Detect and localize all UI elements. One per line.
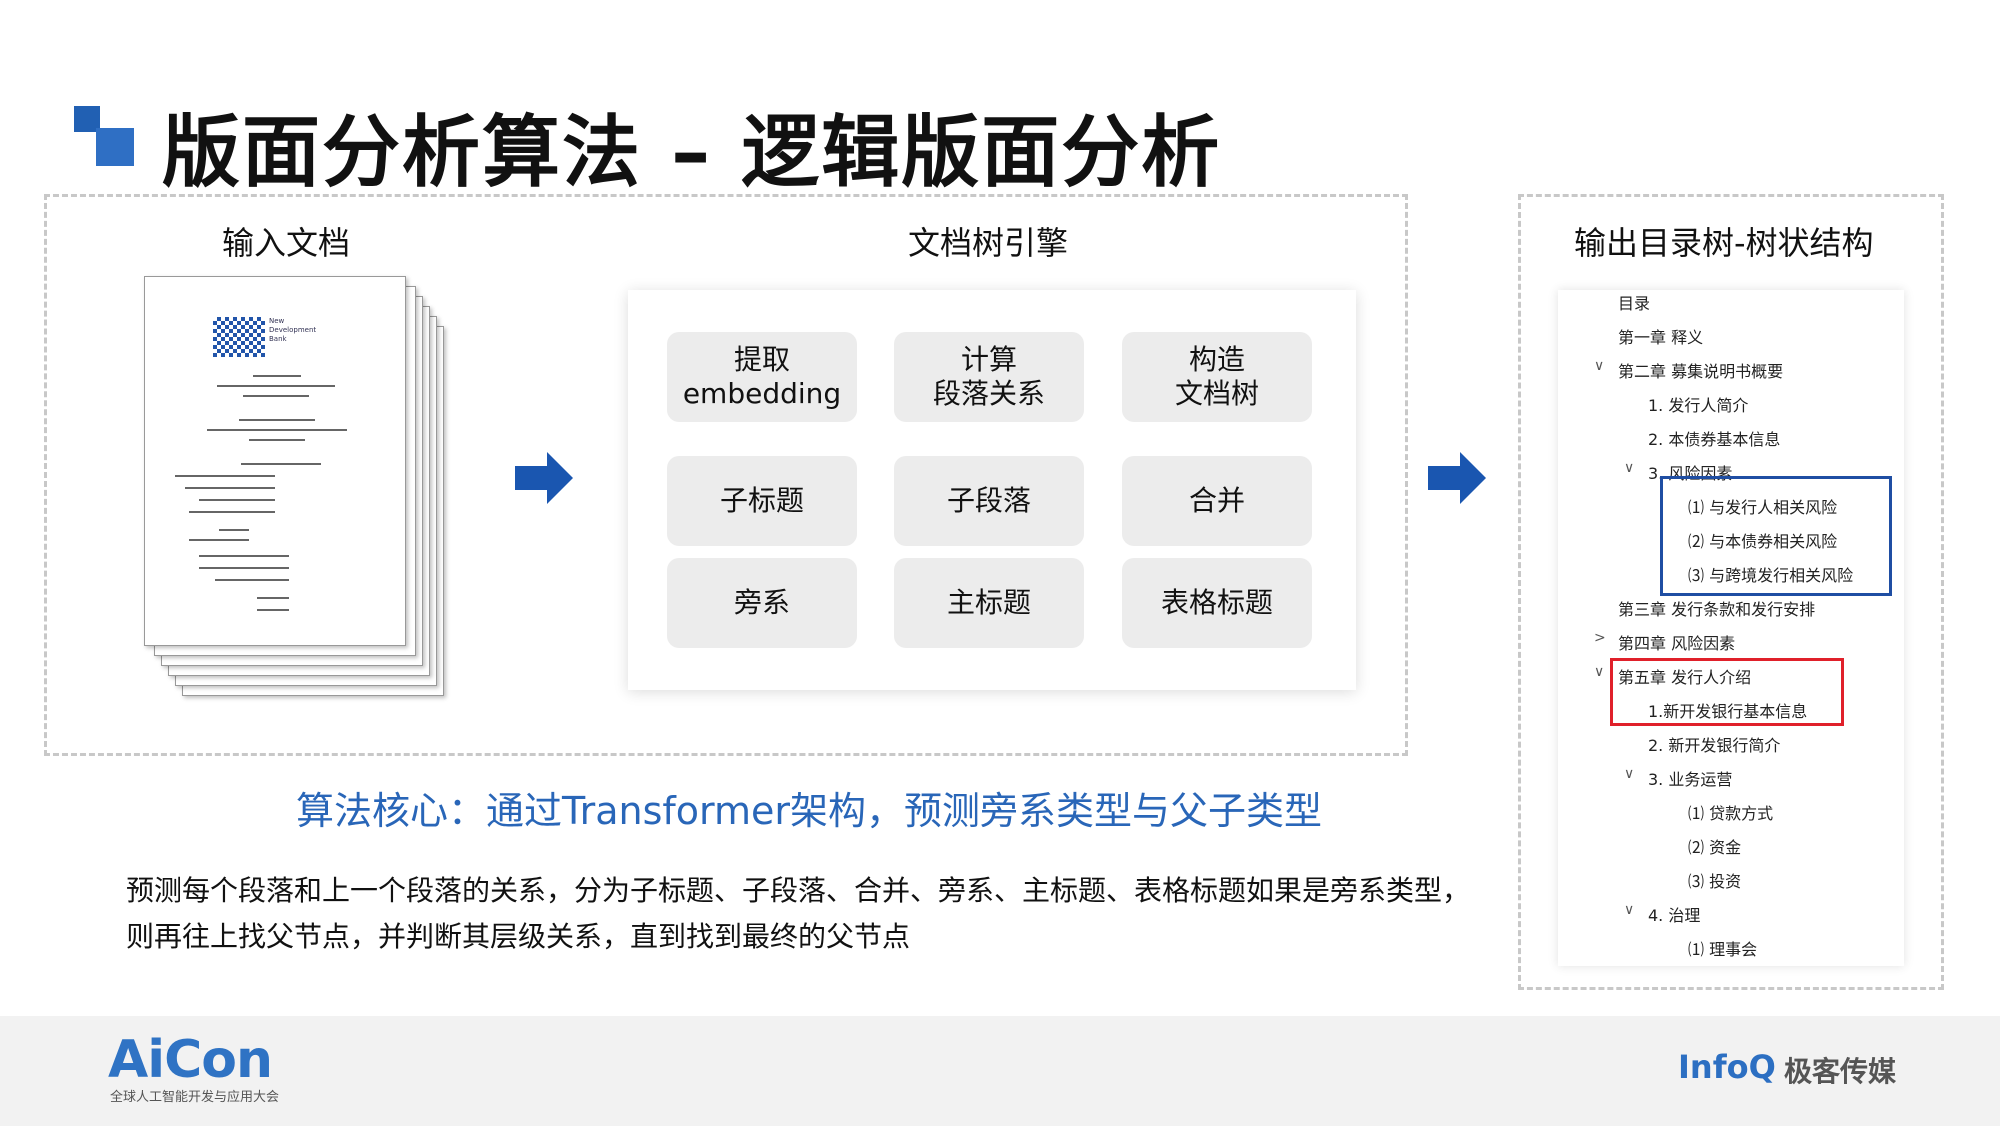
- page-title: 版面分析算法 – 逻辑版面分析: [162, 108, 1222, 198]
- aicon-subtitle: 全球人工智能开发与应用大会: [110, 1090, 280, 1105]
- arrow-right-icon: [1428, 452, 1486, 504]
- engine-step-build-tree: 构造 文档树: [1122, 332, 1312, 422]
- output-tree-label: 输出目录树-树状结构: [1574, 224, 1874, 262]
- engine-label: 文档树引擎: [908, 224, 1069, 262]
- input-document-label: 输入文档: [222, 224, 351, 262]
- engine-step-compute-relations: 计算 段落关系: [894, 332, 1084, 422]
- toc-item: 2. 新开发银行简介: [1648, 736, 1781, 755]
- chevron-down-icon[interactable]: ∨: [1624, 766, 1634, 782]
- aicon-logo: AiCon: [108, 1030, 273, 1090]
- geek-media-logo: 极客传媒: [1784, 1055, 1897, 1088]
- chevron-down-icon[interactable]: ∨: [1594, 664, 1604, 680]
- chevron-down-icon[interactable]: ∨: [1594, 358, 1604, 374]
- algorithm-core-headline: 算法核心：通过Transformer架构，预测旁系类型与父子类型: [296, 789, 1323, 833]
- toc-item: 第一章 释义: [1618, 328, 1704, 347]
- toc-item: ⑴ 贷款方式: [1688, 804, 1774, 823]
- chevron-down-icon[interactable]: ∨: [1624, 902, 1634, 918]
- toc-item: 目录: [1618, 294, 1651, 313]
- chevron-right-icon[interactable]: >: [1594, 630, 1606, 646]
- ndb-logo-icon: [213, 317, 265, 357]
- toc-item: 2. 本债券基本信息: [1648, 430, 1781, 449]
- engine-step-extract-embedding: 提取 embedding: [667, 332, 857, 422]
- collateral-highlight-box: [1660, 476, 1892, 596]
- parent-child-highlight-box: [1610, 658, 1844, 726]
- toc-item: ⑵ 资金: [1688, 838, 1742, 857]
- relation-type-collateral: 旁系: [667, 558, 857, 648]
- toc-item: 第三章 发行条款和发行安排: [1618, 600, 1816, 619]
- title-accent-mark: [74, 106, 134, 166]
- toc-tree-panel: 目录 第一章 释义 ∨ 第二章 募集说明书概要 1. 发行人简介 2. 本债券基…: [1558, 290, 1904, 966]
- toc-item: 1. 发行人简介: [1648, 396, 1749, 415]
- relation-type-subparagraph: 子段落: [894, 456, 1084, 546]
- relation-type-table-title: 表格标题: [1122, 558, 1312, 648]
- chevron-down-icon[interactable]: ∨: [1624, 460, 1634, 476]
- ndb-logo-text: New Development Bank: [269, 317, 317, 343]
- document-tree-engine-panel: 提取 embedding 计算 段落关系 构造 文档树 子标题 子段落 合并 旁系 主…: [628, 290, 1356, 690]
- algorithm-description: 预测每个段落和上一个段落的关系，分为子标题、子段落、合并、旁系、主标题、表格标题…: [126, 874, 1471, 953]
- toc-item: ⑴ 理事会: [1688, 940, 1758, 959]
- infoq-logo: InfoQ: [1678, 1048, 1776, 1086]
- arrow-right-icon: [515, 452, 573, 504]
- toc-item: 4. 治理: [1648, 906, 1701, 925]
- toc-item: ⑶ 投资: [1688, 872, 1742, 891]
- toc-item: 3. 业务运营: [1648, 770, 1733, 789]
- toc-item: 第二章 募集说明书概要: [1618, 362, 1784, 381]
- relation-type-subtitle: 子标题: [667, 456, 857, 546]
- document-page: New Development Bank: [144, 276, 406, 646]
- relation-type-merge: 合并: [1122, 456, 1312, 546]
- relation-type-main-title: 主标题: [894, 558, 1084, 648]
- toc-item: 第四章 风险因素: [1618, 634, 1736, 653]
